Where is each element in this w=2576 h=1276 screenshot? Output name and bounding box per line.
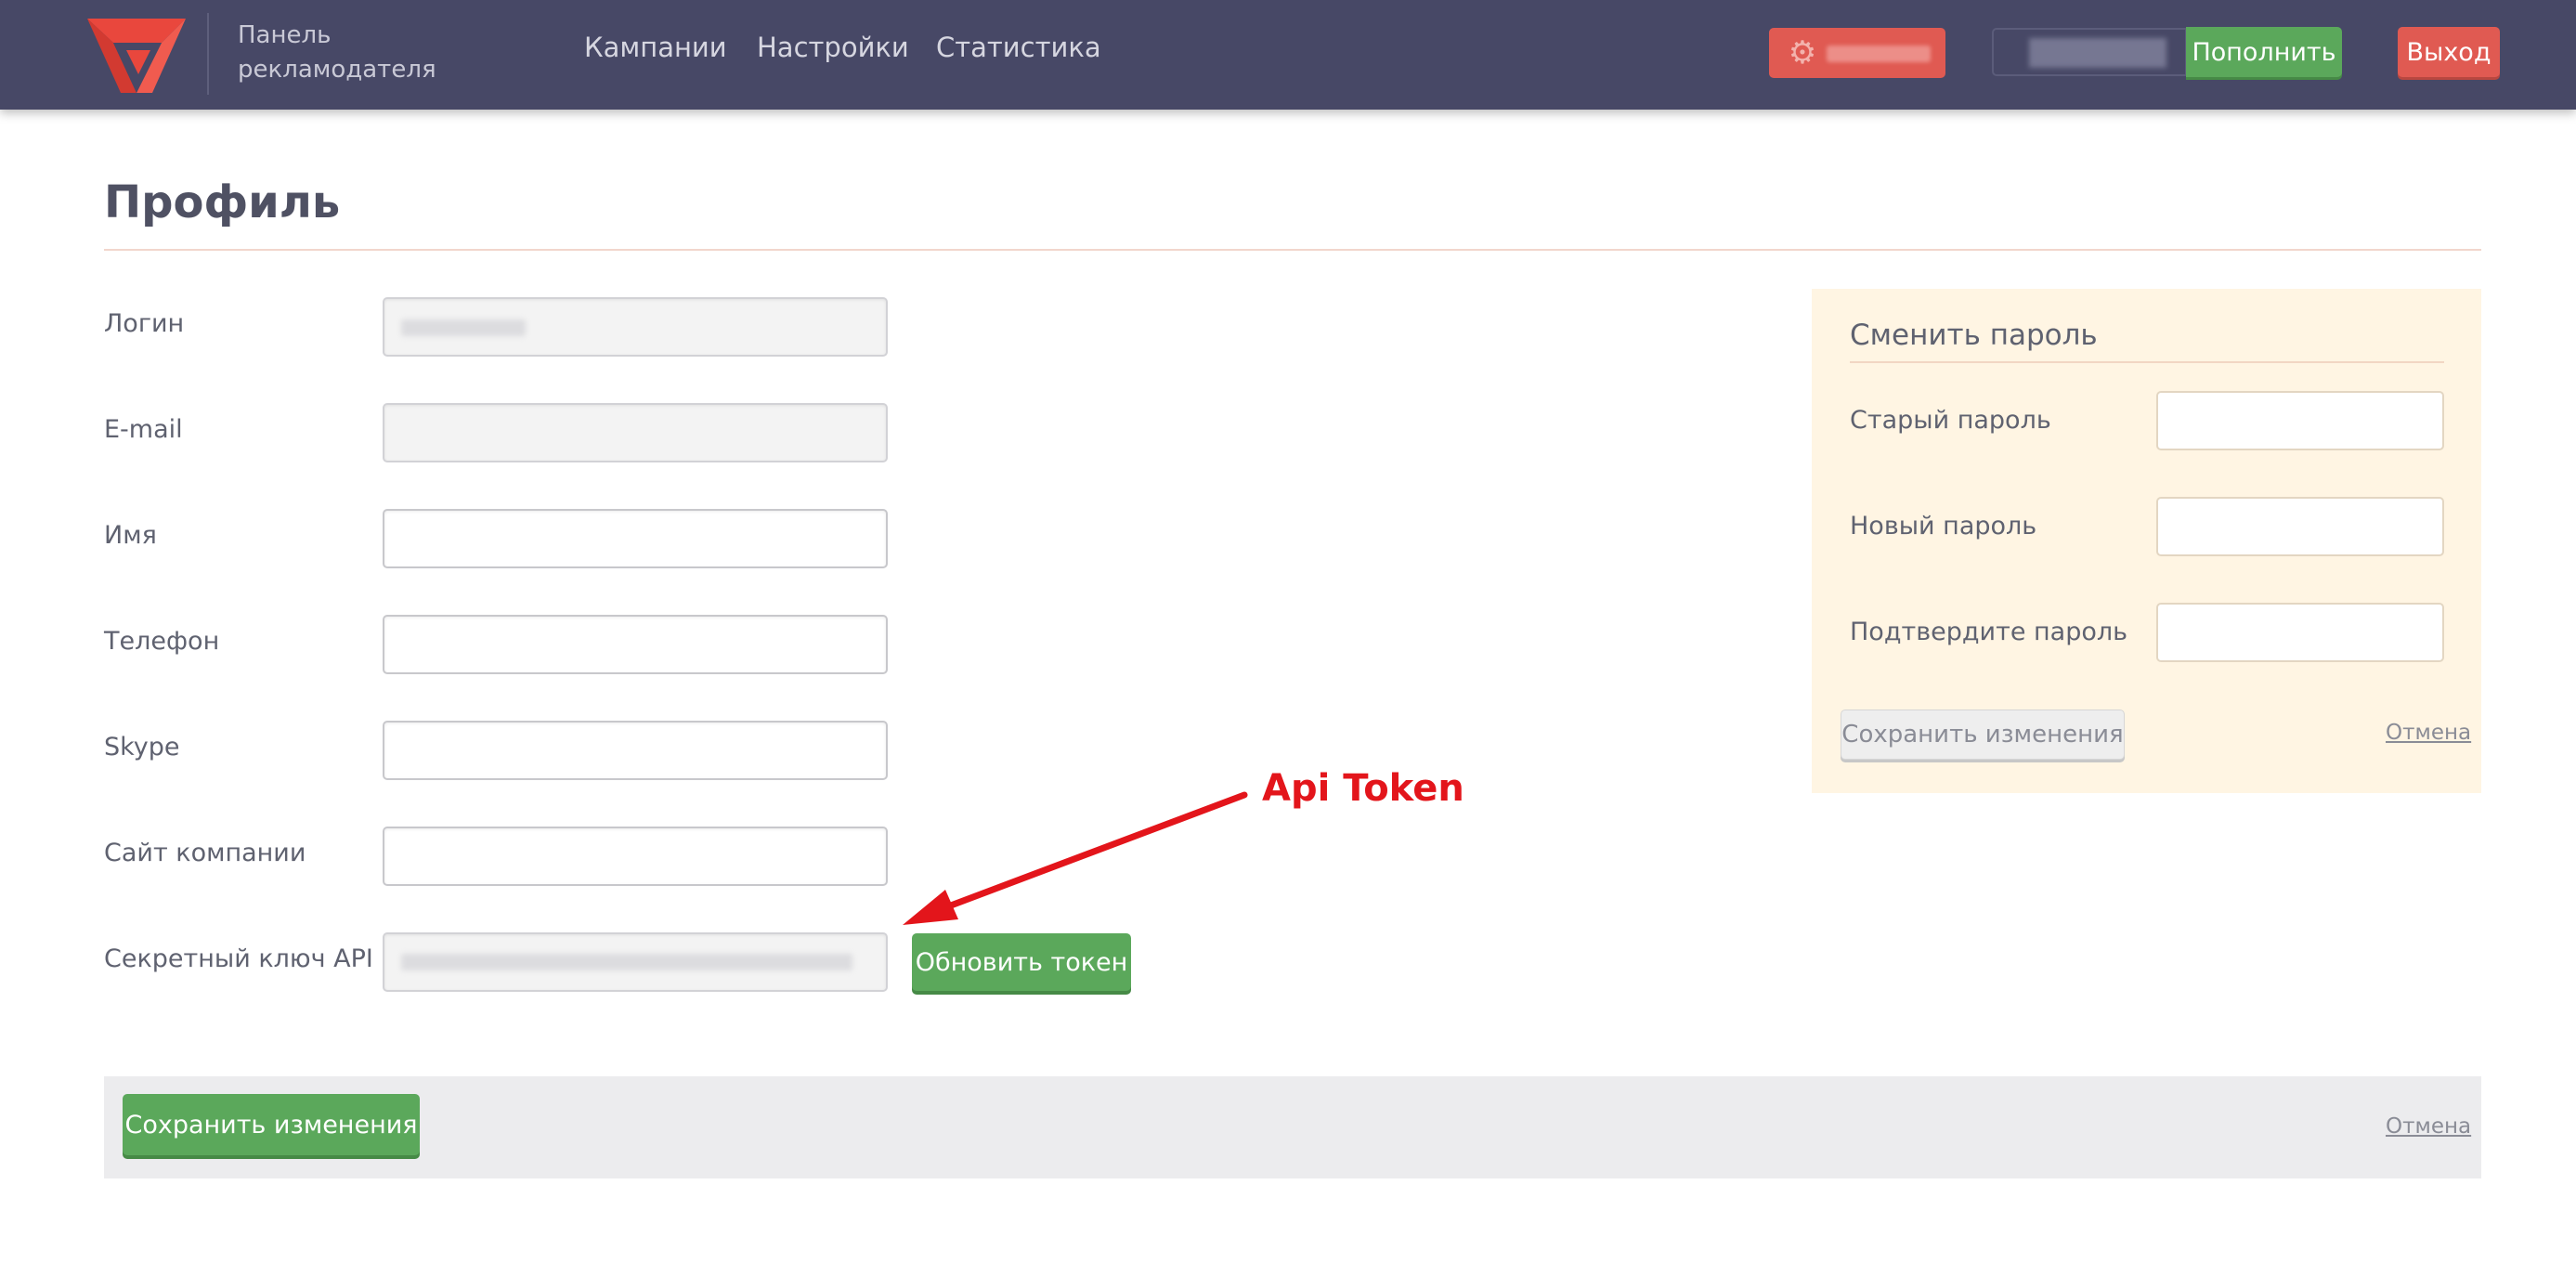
old-password-field[interactable] — [2156, 391, 2444, 450]
phone-field[interactable] — [383, 615, 888, 674]
title-divider — [104, 249, 2481, 251]
api-key-label: Секретный ключ API — [104, 944, 373, 973]
name-label: Имя — [104, 521, 157, 550]
logout-button[interactable]: Выход — [2398, 27, 2500, 77]
save-profile-button[interactable]: Сохранить изменения — [123, 1094, 420, 1155]
email-field[interactable] — [383, 403, 888, 462]
save-password-button[interactable]: Сохранить изменения — [1841, 710, 2125, 760]
brand-separator — [207, 13, 209, 95]
gear-icon: ⚙ — [1788, 34, 1817, 72]
form-actions-bar — [104, 1076, 2481, 1178]
top-bar: Панель рекламодателя Кампании Настройки … — [0, 0, 2576, 110]
cancel-profile-link[interactable]: Отмена — [2386, 1114, 2471, 1139]
redacted-balance — [2029, 38, 2166, 68]
change-password-title: Сменить пароль — [1850, 319, 2098, 352]
confirm-password-field[interactable] — [2156, 603, 2444, 662]
logo-icon[interactable] — [85, 15, 188, 95]
redacted-login — [401, 319, 526, 336]
api-token-annotation: Api Token — [1262, 767, 1464, 810]
login-label: Логин — [104, 309, 185, 338]
balance-display — [1992, 28, 2187, 76]
nav-statistics[interactable]: Статистика — [936, 32, 1101, 63]
annotation-arrow-icon — [903, 791, 1248, 925]
company-site-field[interactable] — [383, 827, 888, 886]
new-password-field[interactable] — [2156, 497, 2444, 556]
skype-label: Skype — [104, 733, 180, 762]
email-label: E-mail — [104, 415, 183, 444]
brand-line-1: Панель — [238, 21, 332, 49]
redacted-account-name — [1827, 46, 1931, 62]
brand-title: Панель рекламодателя — [238, 19, 436, 87]
cancel-password-link[interactable]: Отмена — [2386, 721, 2471, 745]
page-title: Профиль — [104, 176, 341, 228]
old-password-label: Старый пароль — [1850, 406, 2051, 435]
company-site-label: Сайт компании — [104, 839, 306, 867]
redacted-api-key — [401, 954, 852, 970]
skype-field[interactable] — [383, 721, 888, 780]
change-password-divider — [1850, 361, 2444, 363]
nav-campaigns[interactable]: Кампании — [584, 32, 727, 63]
nav-settings[interactable]: Настройки — [757, 32, 909, 63]
brand-line-2: рекламодателя — [238, 56, 436, 84]
account-settings-button[interactable]: ⚙ — [1769, 28, 1945, 78]
new-password-label: Новый пароль — [1850, 512, 2037, 540]
topup-button[interactable]: Пополнить — [2186, 27, 2342, 77]
name-field[interactable] — [383, 509, 888, 568]
refresh-token-button[interactable]: Обновить токен — [912, 933, 1131, 991]
confirm-password-label: Подтвердите пароль — [1850, 618, 2128, 646]
phone-label: Телефон — [104, 627, 220, 656]
